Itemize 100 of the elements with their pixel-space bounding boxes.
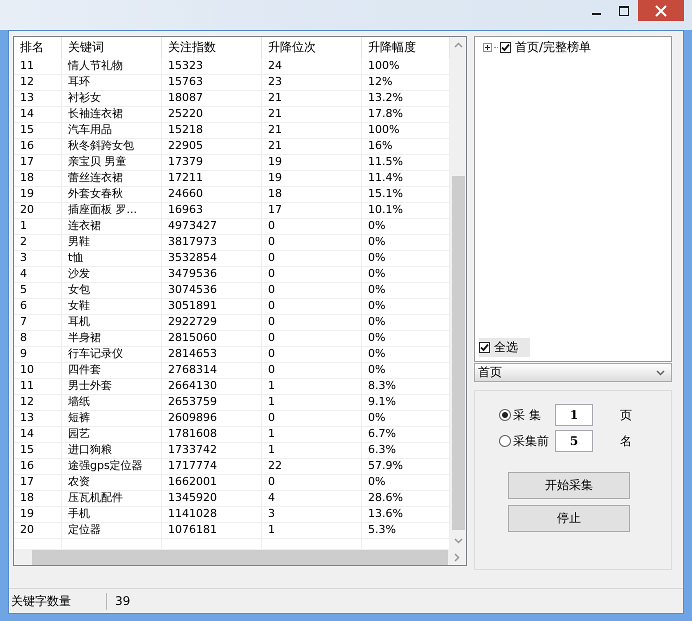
table-cell: 衬衫女: [62, 90, 162, 107]
number-field[interactable]: 1: [555, 404, 593, 426]
table-cell: 途强gps定位器: [62, 458, 162, 475]
table-cell: 9: [14, 346, 62, 363]
table-cell: 12: [14, 74, 62, 91]
table-cell: 17: [14, 154, 62, 171]
table-cell: 园艺: [62, 426, 162, 443]
checkbox[interactable]: [500, 42, 511, 52]
status-label: 关键字数量: [9, 592, 107, 610]
table-cell: 17: [262, 202, 362, 219]
table-cell: 19: [262, 154, 362, 171]
table-cell: 行车记录仪: [62, 346, 162, 363]
vertical-scrollbar[interactable]: [450, 37, 466, 549]
start-button[interactable]: 开始采集: [508, 472, 630, 499]
table-cell: 连衣裙: [62, 218, 162, 235]
table-cell: 16: [14, 458, 62, 475]
table-cell: 18087: [162, 90, 262, 107]
scroll-down-icon[interactable]: [454, 538, 462, 544]
select-all-checkbox[interactable]: 全选: [479, 338, 530, 357]
table-cell: 6: [14, 298, 62, 315]
table-cell: 16963: [162, 202, 262, 219]
table-cell: 0: [262, 250, 362, 267]
table-cell: 3: [262, 506, 362, 523]
tree-item[interactable]: 首页/完整榜单: [515, 38, 592, 56]
table-cell: 17: [14, 474, 62, 491]
expand-icon[interactable]: [483, 42, 492, 52]
unit-label: 名: [620, 432, 632, 450]
scroll-right-icon[interactable]: [454, 552, 460, 562]
table-cell: 3817973: [162, 234, 262, 251]
table-cell: 12: [14, 394, 62, 411]
table-cell: 21: [262, 90, 362, 107]
table-cell: 4973427: [162, 218, 262, 235]
table-cell: 蕾丝连衣裙: [62, 170, 162, 187]
close-icon: [655, 4, 667, 16]
category-dropdown[interactable]: 首页: [474, 363, 672, 382]
table-cell: 22905: [162, 138, 262, 155]
table-cell: 25220: [162, 106, 262, 123]
table-cell: 18: [262, 186, 362, 203]
table-cell: 秋冬斜跨女包: [62, 138, 162, 155]
table-cell: 1: [14, 218, 62, 235]
stop-button[interactable]: 停止: [508, 505, 630, 532]
table-cell: 15763: [162, 74, 262, 91]
table-cell: 10: [14, 362, 62, 379]
table-cell: 女包: [62, 282, 162, 299]
table-cell: 3479536: [162, 266, 262, 283]
table-cell: 5: [14, 282, 62, 299]
table-cell: 15: [14, 122, 62, 139]
table-cell: 3532854: [162, 250, 262, 267]
table-cell: 24: [262, 58, 362, 75]
table-cell: 17211: [162, 170, 262, 187]
table-cell: 耳机: [62, 314, 162, 331]
column-header[interactable]: 关注指数: [162, 37, 262, 58]
table-cell: 进口狗粮: [62, 442, 162, 459]
close-button[interactable]: [638, 0, 684, 21]
status-count: 39: [114, 594, 130, 608]
table-cell: 外套女春秋: [62, 186, 162, 203]
table-cell: 11: [14, 58, 62, 75]
check-icon: [480, 343, 489, 352]
table-cell: 0: [262, 346, 362, 363]
table-cell: 4: [262, 490, 362, 507]
table-cell: 2815060: [162, 330, 262, 347]
table-cell: 0: [262, 314, 362, 331]
table-cell: 0: [262, 330, 362, 347]
table-cell: 汽车用品: [62, 122, 162, 139]
table-cell: 男士外套: [62, 378, 162, 395]
table-cell: 20: [14, 522, 62, 539]
table-cell: 2: [14, 234, 62, 251]
table-cell: 耳环: [62, 74, 162, 91]
table-cell: 13: [14, 410, 62, 427]
table-cell: 22: [262, 458, 362, 475]
table-cell: 14: [14, 106, 62, 123]
table-cell: 农资: [62, 474, 162, 491]
table-cell: 18: [14, 490, 62, 507]
table-cell: 17379: [162, 154, 262, 171]
table-cell: 沙发: [62, 266, 162, 283]
table-cell: 1: [262, 378, 362, 395]
radio-button[interactable]: 采 集: [499, 406, 557, 424]
table-cell: 2922729: [162, 314, 262, 331]
table-cell: 1141028: [162, 506, 262, 523]
column-header[interactable]: 关键词: [62, 37, 162, 58]
number-field[interactable]: 5: [555, 430, 593, 452]
table-cell: 19: [14, 506, 62, 523]
column-header[interactable]: 升降位次: [262, 37, 362, 58]
radio-button[interactable]: 采集前: [499, 432, 557, 450]
table-cell: 16: [14, 138, 62, 155]
column-header[interactable]: 排名: [14, 37, 62, 58]
table-cell: 半身裙: [62, 330, 162, 347]
table-cell: 7: [14, 314, 62, 331]
table-cell: 1717774: [162, 458, 262, 475]
table-cell: 3: [14, 250, 62, 267]
table-cell: 20: [14, 202, 62, 219]
table-cell: 四件套: [62, 362, 162, 379]
table-cell: 4: [14, 266, 62, 283]
table-cell: 2609896: [162, 410, 262, 427]
scroll-up-icon[interactable]: [454, 42, 462, 48]
table-cell: 墙纸: [62, 394, 162, 411]
horizontal-scrollbar[interactable]: [14, 549, 466, 565]
table-cell: 0: [262, 474, 362, 491]
table-cell: 15323: [162, 58, 262, 75]
table-cell: 21: [262, 138, 362, 155]
